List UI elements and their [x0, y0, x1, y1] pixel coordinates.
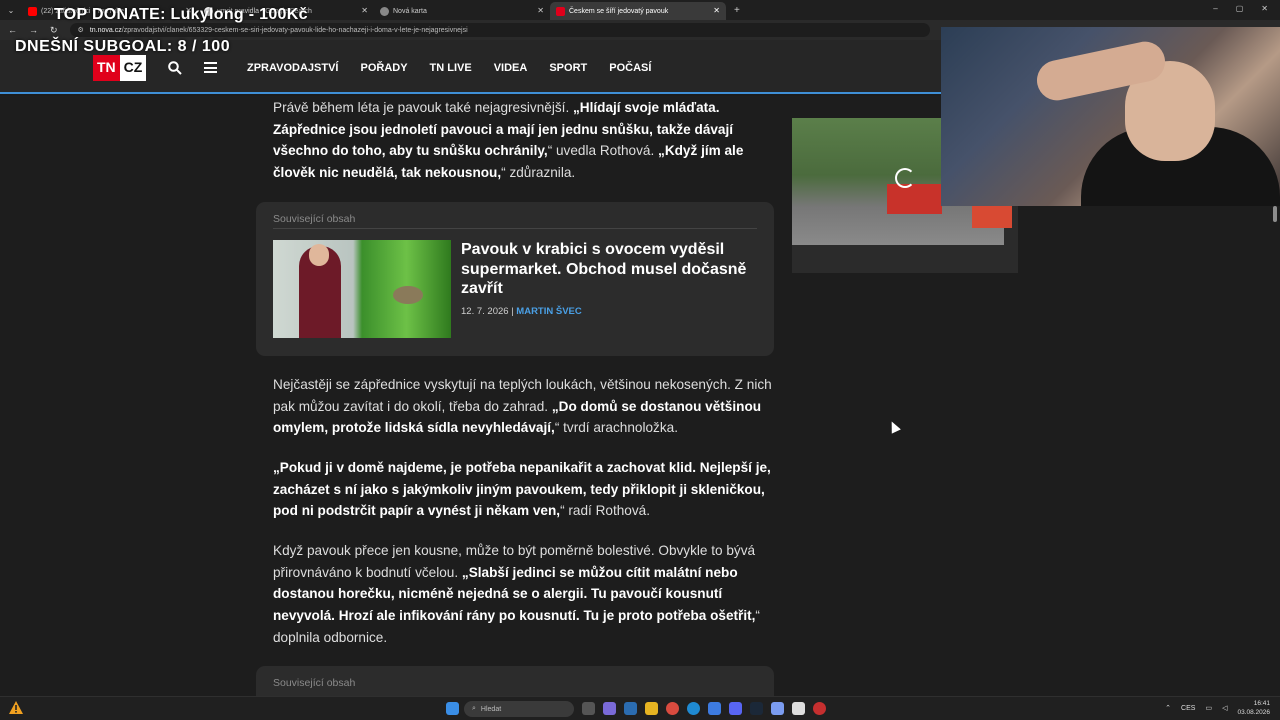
new-tab-button[interactable]: + — [734, 5, 740, 16]
related-content-card[interactable]: Související obsah Pavouk v krabici s ovo… — [256, 202, 774, 356]
tab-label: Nová karta — [393, 7, 427, 15]
file-explorer-icon[interactable] — [645, 702, 658, 715]
tray-chevron-icon[interactable]: ⌃ — [1165, 704, 1171, 712]
article-paragraph-4: Když pavouk přece jen kousne, může to bý… — [273, 543, 760, 645]
top-donate-overlay: TOP DONATE: Lukylong - 100Kč — [54, 6, 308, 23]
forward-icon[interactable]: → — [29, 25, 38, 36]
nav-item-videa[interactable]: VIDEA — [494, 62, 528, 74]
site-info-icon[interactable]: ⚙ — [78, 26, 84, 34]
store-icon[interactable] — [624, 702, 637, 715]
system-tray: ⌃ CES ▭ ◁ 16:41 03.08.2026 — [1165, 699, 1270, 717]
meta-separator: | — [511, 306, 514, 317]
obs-icon[interactable] — [792, 702, 805, 715]
reload-icon[interactable]: ↻ — [50, 25, 58, 36]
steam-icon[interactable] — [750, 702, 763, 715]
tn-favicon-icon — [556, 6, 565, 16]
divider — [273, 228, 757, 229]
related-date: 12. 7. 2026 — [461, 306, 509, 317]
new-tab-icon — [380, 6, 389, 16]
related-title[interactable]: Pavouk v krabici s ovocem vyděsil superm… — [461, 240, 756, 299]
network-icon[interactable]: ▭ — [1205, 704, 1212, 712]
taskbar-pinned — [446, 702, 459, 715]
nav-item-tn-live[interactable]: TN LIVE — [430, 62, 472, 74]
app-icon[interactable] — [708, 702, 721, 715]
article-paragraph-3: „Pokud ji v domě najdeme, je potřeba nep… — [273, 460, 771, 519]
related-author[interactable]: MARTIN ŠVEC — [516, 306, 581, 317]
url-path: /zpravodajstvi/clanek/653329-ceskem-se-s… — [121, 26, 468, 34]
menu-icon[interactable] — [204, 62, 217, 73]
youtube-icon — [28, 6, 37, 16]
related-label: Související obsah — [273, 213, 356, 225]
volume-icon[interactable]: ◁ — [1222, 704, 1227, 712]
discord-icon[interactable] — [729, 702, 742, 715]
language-indicator[interactable]: CES — [1181, 705, 1195, 712]
app3-icon[interactable] — [813, 702, 826, 715]
related-thumbnail[interactable] — [273, 240, 451, 338]
close-tab-icon[interactable]: ✕ — [361, 6, 368, 15]
windows-start-icon[interactable] — [446, 702, 459, 715]
subgoal-overlay: DNEŠNÍ SUBGOAL: 8 / 100 — [15, 38, 231, 55]
browser-tab-tn[interactable]: Českem se šíří jedovatý pavouk ✕ — [550, 2, 726, 20]
taskbar-apps — [582, 702, 826, 715]
thumbnail-face — [309, 244, 329, 266]
logo-tn: TN — [93, 55, 120, 81]
nav-item-porady[interactable]: POŘADY — [360, 62, 407, 74]
video-truck — [887, 184, 942, 214]
url-domain: tn.nova.cz — [89, 26, 122, 34]
clock-time: 16:41 — [1253, 700, 1270, 707]
main-nav: ZPRAVODAJSTVÍ POŘADY TN LIVE VIDEA SPORT… — [247, 62, 651, 74]
clock-date: 03.08.2026 — [1237, 709, 1270, 716]
nav-buttons: ← → ↻ — [0, 25, 58, 36]
article-paragraph-1: Právě během léta je pavouk také nejagres… — [273, 100, 744, 181]
taskbar-search[interactable]: ⌕ Hledat — [464, 701, 574, 717]
search-icon: ⌕ — [472, 705, 476, 712]
edge-icon[interactable] — [687, 702, 700, 715]
nav-item-zpravodajstvi[interactable]: ZPRAVODAJSTVÍ — [247, 62, 338, 74]
app2-icon[interactable] — [771, 702, 784, 715]
tn-logo[interactable]: TN CZ — [93, 55, 147, 81]
scrollbar-thumb[interactable] — [1273, 206, 1277, 222]
maximize-button[interactable]: ▢ — [1236, 4, 1244, 13]
search-icon[interactable] — [168, 61, 182, 75]
clock[interactable]: 16:41 03.08.2026 — [1237, 699, 1270, 717]
chrome-icon[interactable] — [666, 702, 679, 715]
webcam-overlay — [941, 27, 1280, 206]
tab-label: Českem se šíří jedovatý pavouk — [569, 7, 669, 15]
related-content-card-2[interactable]: Související obsah — [256, 666, 774, 696]
close-tab-icon[interactable]: ✕ — [537, 6, 544, 15]
nav-item-sport[interactable]: SPORT — [549, 62, 587, 74]
taskbar: ⌕ Hledat ⌃ CES ▭ ◁ 16:41 03.08.2026 — [0, 696, 1280, 720]
widgets-icon[interactable] — [603, 702, 616, 715]
search-placeholder: Hledat — [480, 705, 502, 713]
logo-cz: CZ — [119, 55, 147, 81]
related-label: Související obsah — [273, 677, 356, 689]
article-paragraph-2: Nejčastěji se zápřednice vyskytují na te… — [273, 377, 772, 436]
close-window-button[interactable]: ✕ — [1261, 4, 1268, 13]
nav-item-pocasi[interactable]: POČASÍ — [609, 62, 651, 74]
minimize-button[interactable]: – — [1213, 4, 1217, 13]
tab-search-icon[interactable]: ⌄ — [0, 6, 22, 15]
task-view-icon[interactable] — [582, 702, 595, 715]
url-field[interactable]: ⚙ tn.nova.cz/zpravodajstvi/clanek/653329… — [69, 23, 930, 37]
warning-icon[interactable] — [8, 700, 24, 716]
window-controls: – ▢ ✕ — [1213, 4, 1268, 13]
close-tab-icon[interactable]: ✕ — [713, 6, 720, 15]
loading-spinner-icon — [895, 168, 915, 188]
browser-tab-new[interactable]: Nová karta ✕ — [374, 2, 550, 20]
video-truck-2 — [972, 206, 1012, 228]
thumbnail-spider — [393, 286, 423, 304]
back-icon[interactable]: ← — [8, 25, 17, 36]
related-meta: 12. 7. 2026 | MARTIN ŠVEC — [461, 306, 582, 317]
